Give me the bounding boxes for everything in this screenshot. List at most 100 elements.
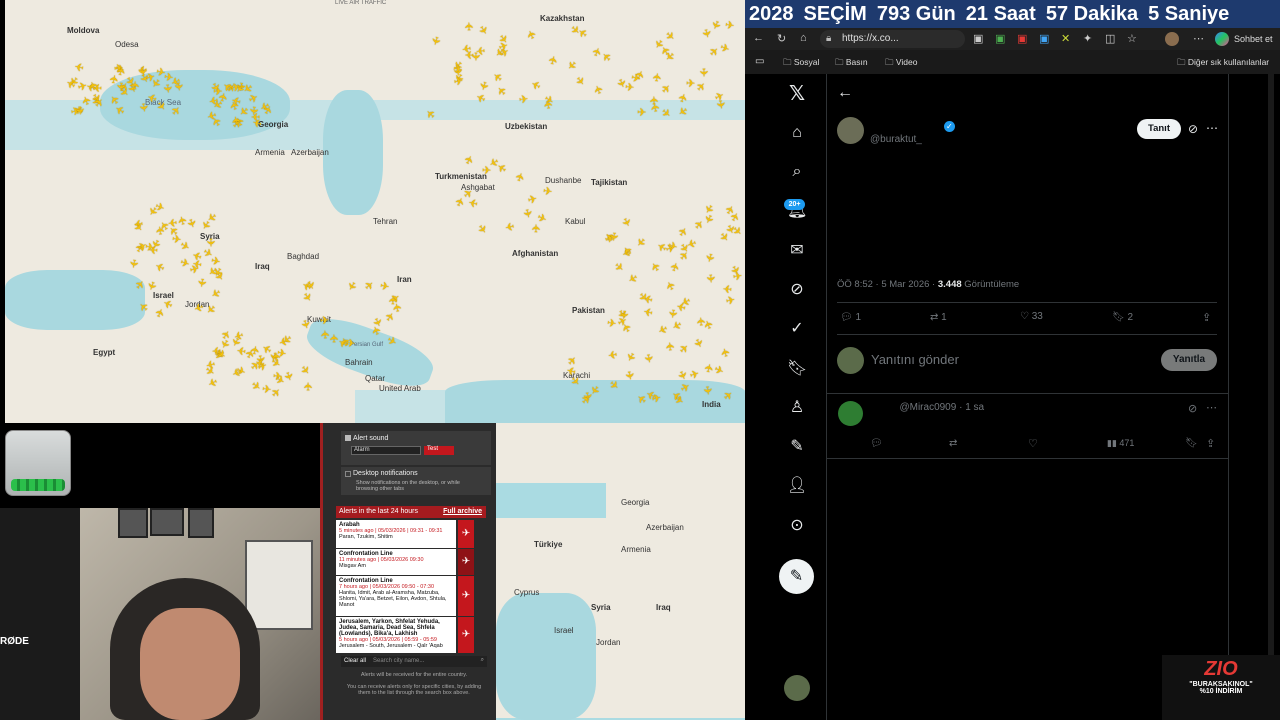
reply-button[interactable]: Yanıtla [1161, 349, 1217, 371]
aircraft-icon[interactable]: ✈ [344, 278, 359, 293]
author-name-row[interactable]: BurakSakinOl ✓ [870, 120, 955, 132]
aircraft-icon[interactable]: ✈ [72, 106, 85, 117]
aircraft-icon[interactable]: ✈ [690, 337, 705, 351]
aircraft-icon[interactable]: ✈ [491, 69, 506, 84]
aircraft-icon[interactable]: ✈ [429, 35, 443, 47]
alert-item[interactable]: Arabah 5 minutes ago | 05/03/2026 | 09:3… [336, 520, 456, 548]
verified-nav-icon[interactable]: ✓ [787, 319, 807, 339]
aircraft-icon[interactable]: ✈ [699, 27, 713, 40]
reply-heart-icon[interactable]: ♡ [1028, 437, 1038, 450]
test-button[interactable]: Test [424, 446, 454, 455]
aircraft-icon[interactable]: ✈ [684, 236, 698, 250]
search-nav-icon[interactable]: ⌕ [787, 162, 807, 182]
aircraft-icon[interactable]: ✈ [637, 107, 647, 119]
aircraft-icon[interactable]: ✈ [297, 363, 312, 378]
aircraft-icon[interactable]: ✈ [362, 279, 377, 294]
reply-author-avatar[interactable] [838, 401, 863, 426]
extension-icon[interactable]: ▣ [1039, 32, 1049, 45]
aircraft-icon[interactable]: ✈ [154, 100, 169, 115]
aircraft-icon[interactable]: ✈ [732, 270, 743, 283]
bookmark-folder-sosyal[interactable]: 🗀︎ Sosyal [783, 57, 819, 71]
alarm-select[interactable]: Alarm [351, 446, 421, 455]
more-icon[interactable]: ⋯ [1193, 32, 1204, 45]
write-nav-icon[interactable]: ✎ [787, 437, 807, 457]
aircraft-icon[interactable]: ✈ [622, 349, 637, 364]
reply-author-handle[interactable]: @Mirac0909 · 1 sa [899, 402, 984, 413]
aircraft-icon[interactable]: ✈ [514, 170, 528, 184]
aircraft-icon[interactable]: ✈ [303, 381, 315, 391]
aircraft-icon[interactable]: ✈ [611, 260, 626, 275]
aircraft-icon[interactable]: ✈ [649, 259, 664, 273]
aircraft-icon[interactable]: ✈ [694, 80, 709, 95]
aircraft-icon[interactable]: ✈ [475, 43, 485, 56]
aircraft-icon[interactable]: ✈ [277, 347, 289, 360]
aircraft-icon[interactable]: ✈ [722, 282, 732, 295]
aircraft-icon[interactable]: ✈ [462, 153, 477, 167]
author-avatar[interactable] [837, 117, 864, 144]
promote-button[interactable]: Tanıt [1137, 119, 1181, 139]
extensions-puzzle-icon[interactable]: ✦ [1083, 32, 1092, 45]
copilot-icon[interactable] [1215, 32, 1229, 46]
aircraft-icon[interactable]: ✈ [702, 251, 716, 264]
aircraft-icon[interactable]: ✈ [718, 41, 732, 55]
aircraft-icon[interactable]: ✈ [547, 53, 561, 66]
aircraft-icon[interactable]: ✈ [481, 165, 491, 177]
aircraft-icon[interactable]: ✈ [689, 368, 701, 382]
reply-retweet-icon[interactable]: ⇄ [949, 438, 957, 449]
aircraft-icon[interactable]: ✈ [191, 299, 205, 313]
reply-input[interactable]: Yanıtını gönder [871, 352, 959, 367]
aircraft-icon[interactable]: ✈ [665, 308, 678, 319]
more-options-icon[interactable]: ⋯ [1206, 401, 1217, 414]
reply-share-icon[interactable]: ⇪ [1206, 437, 1215, 450]
profile-avatar[interactable] [1165, 32, 1179, 46]
reply-action[interactable]: 💬︎ 1 [840, 312, 861, 323]
aircraft-icon[interactable]: ✈ [531, 223, 543, 232]
aircraft-icon[interactable]: ✈ [607, 231, 620, 242]
alert-item[interactable]: Jerusalem, Yarkon, Shfelat Yehuda, Judea… [336, 617, 456, 653]
aircraft-icon[interactable]: ✈ [166, 216, 178, 229]
reply-author-name[interactable]: miraç [870, 402, 897, 413]
aircraft-icon[interactable]: ✈ [73, 59, 86, 73]
aircraft-icon[interactable]: ✈ [703, 274, 716, 285]
tweet-time[interactable]: ÖÖ 8:52 · 5 Mar 2026 · [837, 279, 938, 290]
aircraft-icon[interactable]: ✈ [320, 314, 331, 327]
bookmark-menu-icon[interactable]: ▭ [755, 56, 764, 67]
search-icon[interactable]: ⌕ [481, 657, 484, 664]
aircraft-icon[interactable]: ✈ [685, 78, 695, 90]
aircraft-icon[interactable]: ✈ [642, 304, 655, 318]
aircraft-icon[interactable]: ✈ [379, 280, 391, 293]
aircraft-icon[interactable]: ✈ [623, 370, 636, 382]
aircraft-icon[interactable]: ✈ [525, 28, 540, 41]
aircraft-icon[interactable]: ✈ [203, 301, 218, 316]
aircraft-icon[interactable]: ✈ [464, 21, 476, 32]
aircraft-icon[interactable]: ✈ [250, 110, 260, 122]
jobs-nav-icon[interactable]: ♙ [787, 398, 807, 418]
aircraft-icon[interactable]: ✈ [724, 20, 735, 33]
aircraft-icon[interactable]: ✈ [530, 77, 544, 92]
flight-radar-map[interactable]: LIVE AIR TRAFFIC Moldova Odesa Kazakhsta… [5, 0, 745, 423]
aircraft-icon[interactable]: ✈ [191, 256, 203, 269]
extension-icon[interactable]: ▣ [973, 32, 983, 45]
messages-nav-icon[interactable]: ✉ [787, 241, 807, 261]
url-text[interactable]: https://x.co... [842, 33, 899, 44]
aircraft-icon[interactable]: ✈ [388, 295, 400, 304]
aircraft-icon[interactable]: ✈ [204, 238, 216, 248]
aircraft-icon[interactable]: ✈ [625, 271, 640, 286]
aircraft-icon[interactable]: ✈ [137, 299, 152, 314]
reload-icon[interactable]: ↻ [777, 32, 786, 45]
aircraft-icon[interactable]: ✈ [474, 223, 489, 238]
reply-views[interactable]: ▮▮ 471 [1107, 438, 1134, 449]
split-view-icon[interactable]: ◫ [1105, 32, 1115, 45]
author-handle[interactable]: @buraktut_ [870, 134, 922, 145]
extension-icon[interactable]: ▣ [995, 32, 1005, 45]
aircraft-icon[interactable]: ✈ [169, 104, 184, 119]
aircraft-icon[interactable]: ✈ [696, 315, 709, 326]
aircraft-icon[interactable]: ✈ [714, 100, 727, 111]
aircraft-icon[interactable]: ✈ [370, 324, 384, 337]
alert-region-map[interactable]: Türkiye Georgia Azerbaijan Armenia Cypru… [496, 423, 745, 720]
aircraft-icon[interactable]: ✈ [606, 317, 617, 330]
bookmark-folder-basin[interactable]: 🗀︎ Basın [835, 57, 868, 71]
aircraft-icon[interactable]: ✈ [176, 213, 190, 226]
aircraft-icon[interactable]: ✈ [701, 385, 714, 396]
aircraft-icon[interactable]: ✈ [721, 389, 736, 404]
